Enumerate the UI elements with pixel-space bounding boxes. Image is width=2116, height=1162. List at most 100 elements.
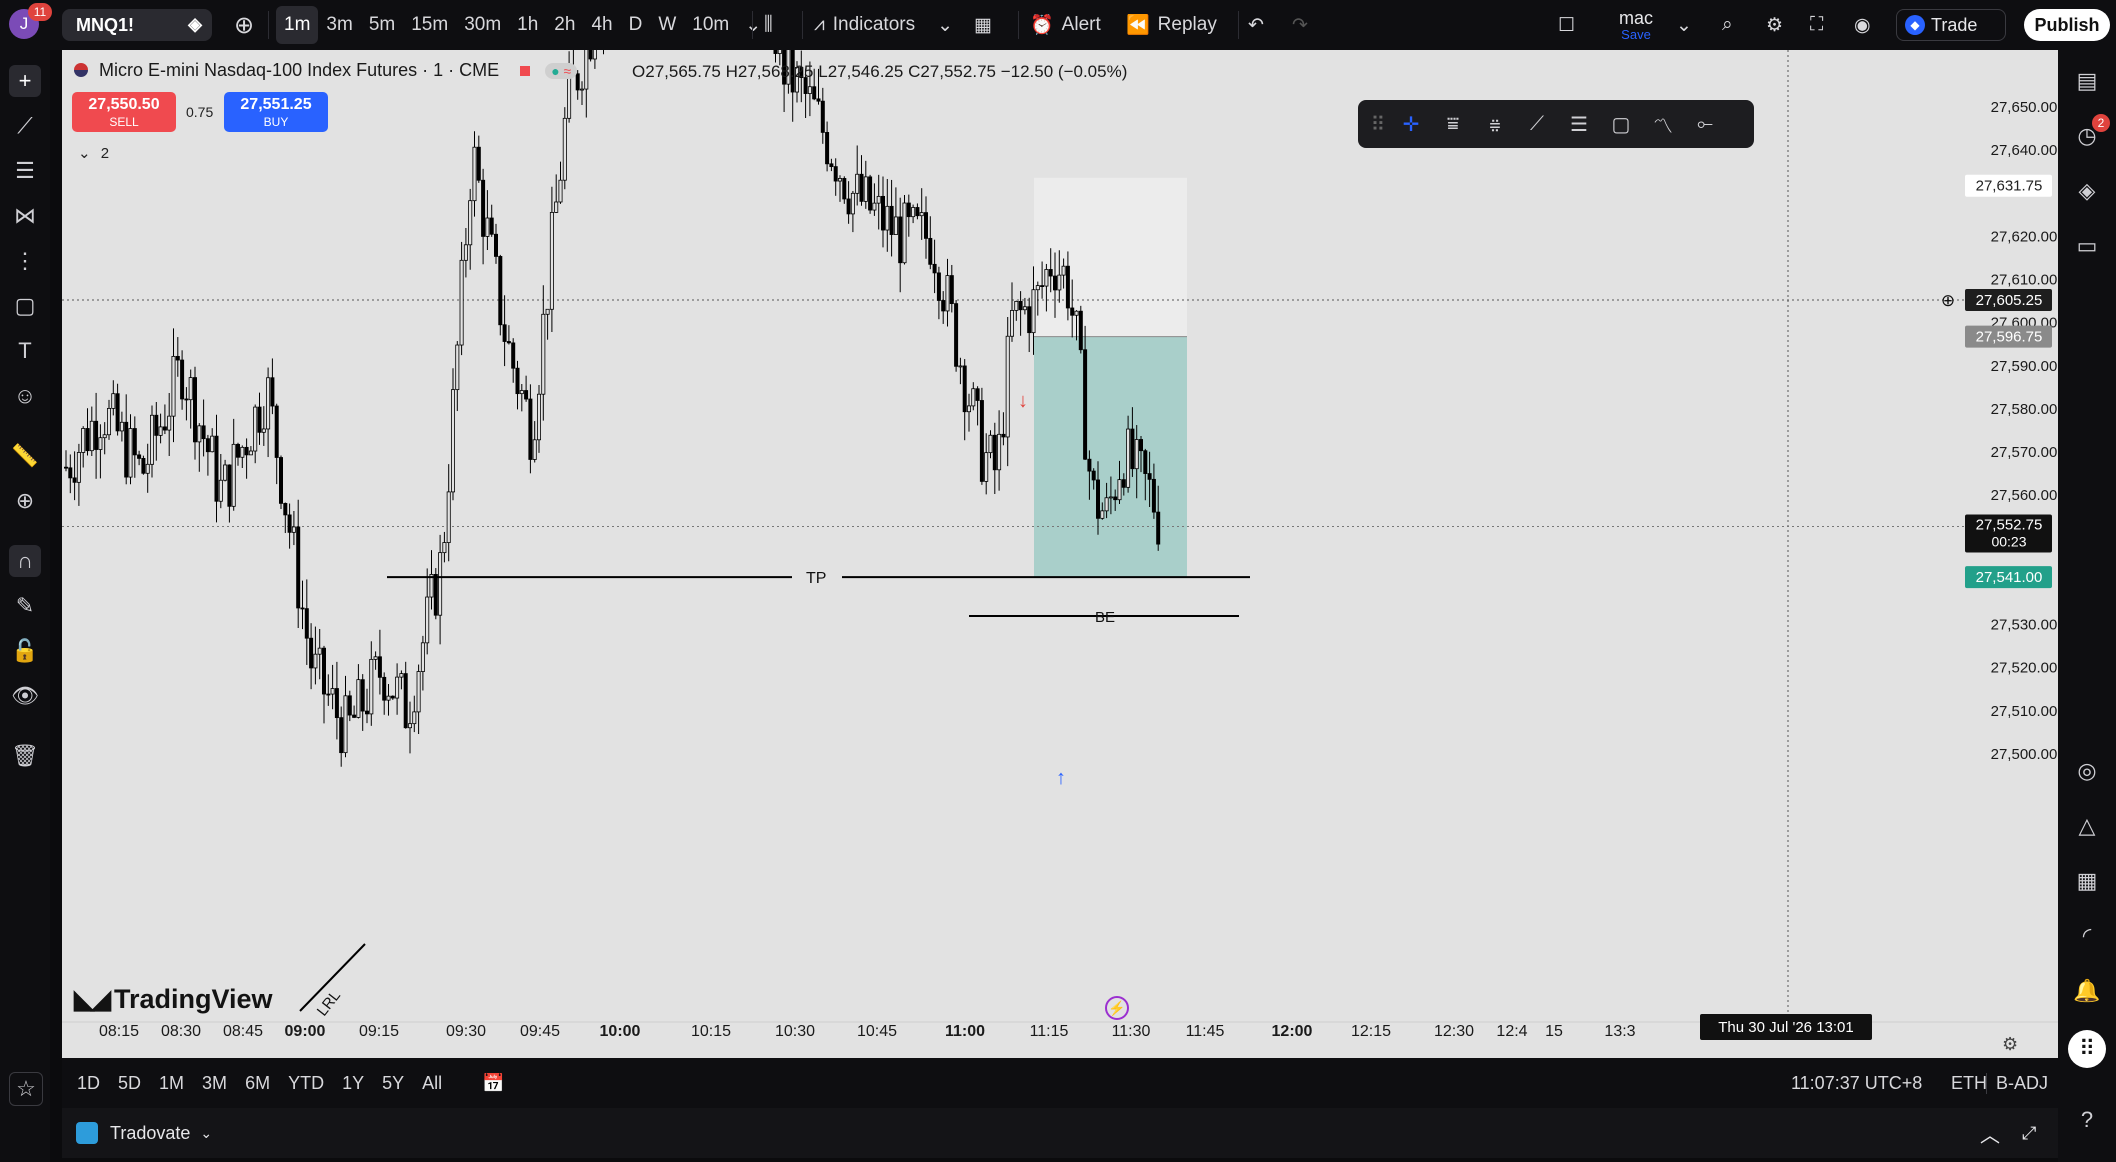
range-all[interactable]: All: [413, 1073, 451, 1094]
crosshair-tool-icon[interactable]: ✛: [1390, 106, 1432, 142]
interval-4h[interactable]: 4h: [583, 6, 620, 44]
goto-date-icon[interactable]: 📅: [473, 1073, 513, 1094]
us-flag-icon: [74, 63, 88, 77]
trade-button[interactable]: ◆ Trade: [1896, 9, 2006, 41]
quick-search-icon[interactable]: ⌕: [1714, 6, 1741, 44]
range-1y[interactable]: 1Y: [333, 1073, 373, 1094]
interval-d[interactable]: D: [621, 6, 651, 44]
candle-body: [137, 454, 142, 459]
path-tool-icon[interactable]: 〽: [1642, 106, 1684, 142]
magnet-icon[interactable]: ∩: [9, 545, 41, 577]
notifications-bell-icon[interactable]: 🔔: [2071, 975, 2103, 1007]
templates-icon[interactable]: ▦: [966, 6, 1000, 44]
watchlist-icon[interactable]: ▤: [2071, 65, 2103, 97]
range-ytd[interactable]: YTD: [279, 1073, 333, 1094]
layout-square-icon[interactable]: ☐: [1550, 6, 1583, 44]
lock-icon[interactable]: 🔓: [9, 635, 41, 667]
panel-maximize-icon[interactable]: ⤢: [2022, 1123, 2036, 1144]
chat-icon[interactable]: ▭: [2071, 230, 2103, 262]
parallel-lines-icon[interactable]: ☰: [1558, 106, 1600, 142]
fib-retracement-icon[interactable]: ☰: [9, 155, 41, 187]
shapes-icon[interactable]: ▢: [9, 290, 41, 322]
range-5y[interactable]: 5Y: [373, 1073, 413, 1094]
drawing-mode-icon[interactable]: ✎: [9, 590, 41, 622]
clock[interactable]: 11:07:37 UTC+8: [1782, 1073, 1931, 1094]
drag-handle-icon[interactable]: ⠿: [1366, 106, 1390, 142]
indicators-button[interactable]: ⩘ Indicators ⌄: [806, 6, 961, 44]
range-6m[interactable]: 6M: [236, 1073, 279, 1094]
interval-10m[interactable]: 10m: [684, 6, 737, 44]
zoom-in-icon[interactable]: ⊕: [9, 485, 41, 517]
symbol-info-icon[interactable]: ◈: [188, 14, 202, 35]
layers-icon[interactable]: ◈: [2071, 175, 2103, 207]
range-3m[interactable]: 3M: [193, 1073, 236, 1094]
layout-dropdown-icon[interactable]: ⌄: [1668, 6, 1700, 44]
rectangle-tool-icon[interactable]: ▢: [1600, 106, 1642, 142]
undo-icon[interactable]: ↶: [1240, 6, 1272, 44]
range-5d[interactable]: 5D: [109, 1073, 150, 1094]
interval-2h[interactable]: 2h: [546, 6, 583, 44]
text-icon[interactable]: T: [9, 335, 41, 367]
forecasting-icon[interactable]: ⋮: [9, 245, 41, 277]
chart-type-icon[interactable]: ⫼: [756, 6, 781, 44]
interval-w[interactable]: W: [650, 6, 684, 44]
candle-body: [347, 695, 352, 716]
interval-1m[interactable]: 1m: [276, 6, 319, 44]
indicator-collapse-toggle[interactable]: ⌄ 2: [78, 144, 109, 162]
favorites-star-icon[interactable]: ☆: [9, 1072, 43, 1106]
tradovate-tab[interactable]: Tradovate ⌄: [76, 1122, 212, 1144]
layout-name[interactable]: mac Save: [1608, 8, 1664, 42]
symbol-search[interactable]: MNQ1! ◈: [62, 9, 212, 41]
apps-grid-icon[interactable]: ⠿: [2068, 1030, 2106, 1068]
interval-15m[interactable]: 15m: [403, 6, 456, 44]
settings-icon[interactable]: ⚙: [1758, 6, 1791, 44]
short-position-icon[interactable]: ⩷: [1474, 106, 1516, 142]
line-tool-icon[interactable]: ⟋: [1516, 106, 1558, 142]
pattern-icon[interactable]: ⋈: [9, 200, 41, 232]
add-symbol-icon[interactable]: ⊕: [226, 6, 262, 44]
adjustment-toggle[interactable]: B-ADJ: [1986, 1072, 2057, 1094]
panel-collapse-icon[interactable]: ︿: [1980, 1119, 2000, 1148]
candle-body: [364, 710, 369, 715]
ruler-icon[interactable]: 📏: [9, 440, 41, 472]
horizontal-ray-icon[interactable]: ⟜: [1684, 106, 1726, 142]
trash-icon[interactable]: 🗑: [9, 740, 41, 772]
candle-body: [1014, 300, 1019, 311]
target-icon[interactable]: ◎: [2071, 755, 2103, 787]
long-position-icon[interactable]: ⩸: [1432, 106, 1474, 142]
candle-body: [536, 393, 541, 441]
candle-body: [984, 452, 989, 482]
range-1d[interactable]: 1D: [68, 1073, 109, 1094]
layout-save-label[interactable]: Save: [1608, 28, 1664, 42]
candle-body: [1156, 511, 1161, 545]
replay-button[interactable]: ⏪ Replay: [1118, 6, 1225, 44]
range-1m[interactable]: 1M: [150, 1073, 193, 1094]
candle-body: [330, 688, 335, 695]
price-chart[interactable]: TPBELRL↓↑27,650.0027,640.0027,620.0027,6…: [62, 50, 2058, 1058]
buy-button[interactable]: 27,551.25 BUY: [224, 92, 328, 132]
emoji-icon[interactable]: ☺: [9, 380, 41, 412]
sell-button[interactable]: 27,550.50 SELL: [72, 92, 176, 132]
interval-3m[interactable]: 3m: [318, 6, 360, 44]
chart-pane[interactable]: TP BE LRL ↓ ↑ 27,650.00 27,640.00 27,620.00 27,6…: [62, 50, 2058, 1058]
time-tick-label: 09:00: [285, 1023, 326, 1040]
pyramid-icon[interactable]: △: [2071, 810, 2103, 842]
calendar-icon[interactable]: ▦: [2071, 865, 2103, 897]
lightning-icon[interactable]: ⚡: [1105, 996, 1129, 1020]
time-axis-settings-icon[interactable]: ⚙: [2002, 1034, 2018, 1055]
eye-icon[interactable]: 👁: [9, 680, 41, 712]
broadcast-icon[interactable]: ◜: [2071, 920, 2103, 952]
candle-body: [192, 377, 197, 443]
fullscreen-icon[interactable]: ⛶: [1802, 6, 1831, 44]
redo-icon[interactable]: ↷: [1284, 6, 1316, 44]
interval-5m[interactable]: 5m: [361, 6, 403, 44]
interval-1h[interactable]: 1h: [509, 6, 546, 44]
camera-icon[interactable]: ◉: [1846, 6, 1879, 44]
crosshair-icon[interactable]: +: [9, 65, 41, 97]
instrument-title[interactable]: Micro E-mini Nasdaq-100 Index Futures · …: [99, 60, 499, 80]
alert-button[interactable]: ⏰ Alert: [1022, 6, 1109, 44]
publish-button[interactable]: Publish: [2024, 9, 2110, 41]
help-icon[interactable]: ?: [2071, 1104, 2103, 1136]
trendline-icon[interactable]: ⟋: [9, 110, 41, 142]
interval-30m[interactable]: 30m: [456, 6, 509, 44]
